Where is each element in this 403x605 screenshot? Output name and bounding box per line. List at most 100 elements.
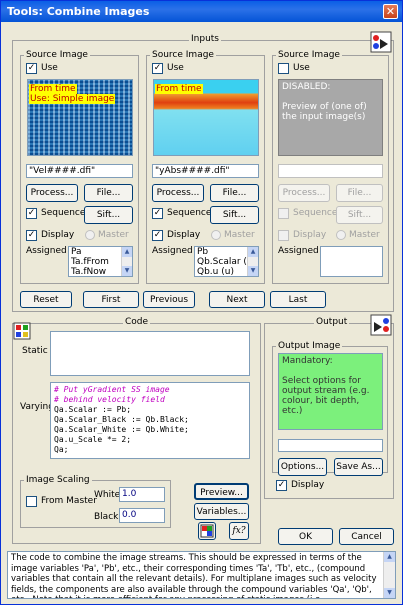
file-button-3[interactable]: File... <box>336 184 383 202</box>
scroll-down-icon[interactable]: ▼ <box>384 588 395 598</box>
scroll-up-icon[interactable]: ▲ <box>122 247 132 257</box>
sift-button-3[interactable]: Sift... <box>336 206 383 224</box>
inputs-tool-icon[interactable] <box>370 31 392 53</box>
source-group-label-3: Source Image <box>276 50 342 60</box>
help-text: The code to combine the image streams. T… <box>11 553 377 598</box>
file-button-1[interactable]: File... <box>84 184 133 202</box>
white-label: White <box>94 490 121 500</box>
file-button-2[interactable]: File... <box>210 184 259 202</box>
sequence-label-2: Sequence <box>167 208 212 218</box>
output-group-label: Output <box>314 317 350 327</box>
output-display-label: Display <box>291 480 325 490</box>
preview-overlay-line-2: Use: Simple image <box>29 94 116 104</box>
reset-button[interactable]: Reset <box>20 291 72 308</box>
process-button-3[interactable]: Process... <box>278 184 330 202</box>
assigned-list-1[interactable]: Pa Ta.fFrom Ta.fNow ▲ ▼ <box>68 246 133 277</box>
title-bar[interactable]: Tools: Combine Images ✕ <box>1 1 402 22</box>
use-label-1: Use <box>41 63 58 73</box>
code-tool-icon[interactable] <box>13 322 31 340</box>
image-palette-icon <box>200 524 214 538</box>
master-radio-2[interactable] <box>211 230 221 240</box>
process-button-1[interactable]: Process... <box>26 184 78 202</box>
source-filename-3[interactable] <box>278 164 383 178</box>
assigned-list-scrollbar-1[interactable]: ▲ ▼ <box>121 247 132 276</box>
sequence-checkbox-2[interactable]: ✓ <box>152 208 163 219</box>
help-text-area[interactable]: The code to combine the image streams. T… <box>7 551 396 599</box>
assigned-list-2[interactable]: Pb Qb.Scalar (Ve Qb.u (u) ▲ ▼ <box>194 246 259 277</box>
function-help-button[interactable]: fx? <box>229 522 249 540</box>
scroll-up-icon[interactable]: ▲ <box>248 247 258 257</box>
use-label-3: Use <box>293 63 310 73</box>
save-as-button[interactable]: Save As... <box>334 458 383 476</box>
help-scrollbar[interactable]: ▲ ▼ <box>383 552 395 598</box>
static-label: Static <box>22 346 48 356</box>
preview-button[interactable]: Preview... <box>194 483 249 500</box>
output-image-label: Output Image <box>276 341 343 351</box>
static-code-editor[interactable] <box>50 331 250 376</box>
source-filename-2[interactable]: "yAbs####.dfi" <box>152 164 259 178</box>
output-tool-icon[interactable] <box>370 314 392 336</box>
source-filename-1[interactable]: "Vel####.dfi" <box>26 164 133 178</box>
code-line: Qa.Scalar_White := Qb.White; <box>54 425 189 434</box>
image-scaling-label: Image Scaling <box>24 475 92 485</box>
display-checkbox-3[interactable] <box>278 230 289 241</box>
source-preview-1: From time Use: Simple image <box>27 79 133 156</box>
output-preview: Mandatory: Select options for output str… <box>278 353 383 430</box>
black-label: Black <box>94 512 119 522</box>
from-master-checkbox[interactable] <box>26 496 37 507</box>
output-filename[interactable] <box>278 439 383 452</box>
cancel-button[interactable]: Cancel <box>339 528 394 545</box>
close-button[interactable]: ✕ <box>383 4 398 19</box>
output-display-checkbox[interactable]: ✓ <box>276 480 287 491</box>
sift-button-2[interactable]: Sift... <box>210 206 259 224</box>
white-value-field[interactable]: 1.0 <box>119 487 165 502</box>
use-checkbox-1[interactable]: ✓ <box>26 63 37 74</box>
sift-button-1[interactable]: Sift... <box>84 206 133 224</box>
source-preview-3: DISABLED: Preview of (one of) the input … <box>278 79 383 156</box>
window-title: Tools: Combine Images <box>7 5 150 18</box>
preview-overlay-line-1: From time <box>155 84 203 94</box>
source-group-label-2: Source Image <box>150 50 216 60</box>
use-label-2: Use <box>167 63 184 73</box>
master-label-3: Master <box>349 230 380 240</box>
display-label-2: Display <box>167 230 201 240</box>
code-line: Qa.u_Scale *= 2; <box>54 435 132 444</box>
source-preview-2: From time <box>153 79 259 156</box>
sequence-label-1: Sequence <box>41 208 86 218</box>
varying-label: Varying <box>20 402 54 412</box>
options-button[interactable]: Options... <box>278 458 327 476</box>
code-line: # Put yGradient SS image <box>54 385 170 394</box>
ok-button[interactable]: OK <box>278 528 333 545</box>
code-line: # behind velocity field <box>54 395 165 404</box>
sequence-checkbox-1[interactable]: ✓ <box>26 208 37 219</box>
black-value-field[interactable]: 0.0 <box>119 508 165 523</box>
last-button[interactable]: Last <box>270 291 326 308</box>
master-label-2: Master <box>224 230 255 240</box>
assigned-list-scrollbar-2[interactable]: ▲ ▼ <box>247 247 258 276</box>
code-line: Qa.Scalar_Black := Qb.Black; <box>54 415 189 424</box>
sequence-checkbox-3[interactable] <box>278 208 289 219</box>
scroll-down-icon[interactable]: ▼ <box>122 266 132 276</box>
next-button[interactable]: Next <box>209 291 265 308</box>
previous-button[interactable]: Previous <box>143 291 195 308</box>
variables-button[interactable]: Variables... <box>194 503 249 520</box>
use-checkbox-3[interactable]: ✓ <box>278 63 289 74</box>
image-palette-button[interactable] <box>198 522 216 540</box>
display-checkbox-1[interactable]: ✓ <box>26 230 37 241</box>
code-line: Qa; <box>54 445 69 454</box>
scroll-up-icon[interactable]: ▲ <box>384 552 395 562</box>
code-line: Qa.Scalar := Pb; <box>54 405 132 414</box>
from-master-label: From Master <box>41 496 97 506</box>
assigned-list-3[interactable] <box>320 246 383 277</box>
varying-code-editor[interactable]: # Put yGradient SS image # behind veloci… <box>50 382 250 459</box>
use-checkbox-2[interactable]: ✓ <box>152 63 163 74</box>
display-label-1: Display <box>41 230 75 240</box>
display-checkbox-2[interactable]: ✓ <box>152 230 163 241</box>
master-radio-1[interactable] <box>85 230 95 240</box>
scroll-down-icon[interactable]: ▼ <box>248 266 258 276</box>
preview-overlay-line-1: From time <box>29 84 77 94</box>
master-radio-3[interactable] <box>336 230 346 240</box>
process-button-2[interactable]: Process... <box>152 184 204 202</box>
dialog-window: Tools: Combine Images ✕ Inputs Source Im… <box>0 0 403 605</box>
first-button[interactable]: First <box>83 291 139 308</box>
